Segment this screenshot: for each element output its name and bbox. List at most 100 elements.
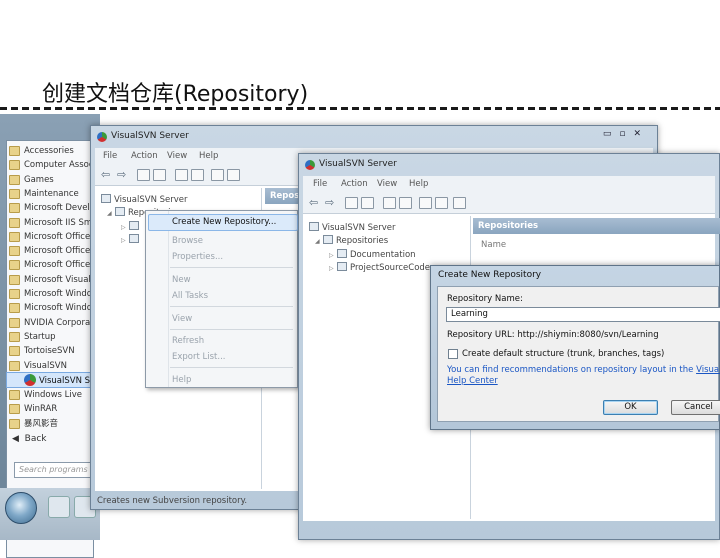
export-icon[interactable] [191, 169, 204, 181]
menu-item-all-tasks[interactable]: All Tasks [172, 291, 208, 301]
search-programs-input[interactable]: Search programs [14, 462, 92, 478]
start-menu-item[interactable]: TortoiseSVN [24, 344, 92, 358]
tree-item-server[interactable]: VisualSVN Server [101, 194, 188, 206]
start-menu-item[interactable]: Microsoft Windo [24, 287, 92, 301]
help-icon[interactable] [419, 197, 432, 209]
hint-text: You can find recommendations on reposito… [447, 365, 720, 375]
repository-url-row: Repository URL: http://shiymin:8080/svn/… [447, 330, 659, 340]
export-icon[interactable] [399, 197, 412, 209]
copy-icon[interactable] [383, 197, 396, 209]
start-menu-item[interactable]: VisualSVN [24, 359, 92, 373]
tree-item-server[interactable]: VisualSVN Server [309, 222, 396, 234]
tree-item-documentation[interactable]: ▷ Documentation [329, 249, 416, 261]
start-menu-item[interactable]: WinRAR [24, 402, 92, 416]
menu-item-properties[interactable]: Properties... [172, 252, 223, 262]
start-menu-item[interactable]: Microsoft Visual [24, 273, 92, 287]
ok-button[interactable]: OK [603, 400, 658, 415]
repository-icon [337, 249, 347, 258]
show-tree-icon[interactable] [153, 169, 166, 181]
folder-icon [9, 217, 20, 228]
menu-action[interactable]: Action [341, 179, 368, 189]
menu-separator [170, 267, 293, 268]
taskbar-button[interactable] [48, 496, 70, 518]
tree-item-repositories[interactable]: ◢ Repositories [315, 235, 388, 247]
start-menu-item[interactable]: Maintenance [24, 187, 92, 201]
back-label: Back [24, 434, 47, 444]
back-button[interactable]: ◀ Back [12, 434, 47, 444]
window-controls[interactable]: ▭▫✕ [603, 129, 649, 139]
view-icon[interactable] [227, 169, 240, 181]
program-icon [9, 390, 20, 400]
tree-item-projectsourcecode[interactable]: ▷ ProjectSourceCode [329, 262, 430, 274]
menu-item-export-list[interactable]: Export List... [172, 352, 226, 362]
menu-item-refresh[interactable]: Refresh [172, 336, 204, 346]
up-folder-icon[interactable] [345, 197, 358, 209]
program-icon [9, 404, 20, 415]
view-icon[interactable] [435, 197, 448, 209]
status-bar: Creates new Subversion repository. [97, 496, 248, 506]
start-menu-item[interactable]: Windows Live [24, 388, 92, 402]
pane-header: Repositories [473, 218, 720, 234]
column-header-name[interactable]: Name [481, 239, 506, 251]
back-arrow-icon[interactable]: ⇦ [309, 197, 318, 209]
folder-icon [9, 160, 20, 171]
repository-url-value: http://shiymin:8080/svn/Learning [517, 330, 659, 340]
collapse-triangle-icon: ▷ [329, 265, 334, 272]
context-menu: Create New Repository... Browse Properti… [145, 210, 298, 388]
dialog-title: Create New Repository [438, 270, 542, 280]
program-icon [9, 418, 20, 429]
repository-icon [337, 262, 347, 271]
folder-icon [9, 274, 20, 285]
menu-view[interactable]: View [377, 179, 397, 189]
folder-icon [9, 174, 20, 185]
menu-item-help[interactable]: Help [172, 375, 191, 385]
tree-item-child[interactable]: ▷ [121, 234, 142, 246]
start-menu-item[interactable]: Startup [24, 330, 92, 344]
tree-item-child[interactable]: ▷ [121, 221, 142, 233]
menu-item-browse[interactable]: Browse [172, 236, 203, 246]
create-default-structure-checkbox[interactable] [448, 349, 458, 359]
menu-item-view[interactable]: View [172, 314, 192, 324]
menu-bar: File Action View Help [303, 176, 715, 192]
start-orb-button[interactable] [5, 492, 37, 524]
back-arrow-icon[interactable]: ⇦ [101, 169, 110, 181]
hint-sentence: You can find recommendations on reposito… [447, 365, 694, 375]
visualsvn-link[interactable]: VisualSVN [696, 365, 720, 375]
menu-gutter [168, 211, 169, 387]
menu-item-new[interactable]: New [172, 275, 191, 285]
start-menu-item[interactable]: Accessories [24, 144, 92, 158]
repository-name-label: Repository Name: [447, 294, 523, 304]
start-menu-item[interactable]: Computer Assoc [24, 158, 92, 172]
up-folder-icon[interactable] [137, 169, 150, 181]
menu-file[interactable]: File [313, 179, 327, 189]
forward-arrow-icon[interactable]: ⇨ [117, 169, 126, 181]
help-icon[interactable] [211, 169, 224, 181]
visualsvn-app-icon [97, 132, 107, 142]
menu-help[interactable]: Help [409, 179, 428, 189]
start-menu-item[interactable]: Microsoft Office [24, 258, 92, 272]
menu-file[interactable]: File [103, 151, 117, 161]
menu-view[interactable]: View [167, 151, 187, 161]
repository-name-input[interactable]: Learning [446, 307, 720, 322]
copy-icon[interactable] [175, 169, 188, 181]
menu-help[interactable]: Help [199, 151, 218, 161]
start-menu-item[interactable]: NVIDIA Corporat [24, 316, 92, 330]
start-menu-item[interactable]: Microsoft Office [24, 230, 92, 244]
refresh-icon[interactable] [453, 197, 466, 209]
start-menu-item[interactable]: Microsoft Office [24, 244, 92, 258]
tree-label: VisualSVN Server [114, 195, 188, 205]
forward-arrow-icon[interactable]: ⇨ [325, 197, 334, 209]
repository-icon [323, 235, 333, 244]
menu-action[interactable]: Action [131, 151, 158, 161]
help-center-link[interactable]: Help Center [447, 376, 498, 386]
start-menu-item[interactable]: Microsoft Windo [24, 301, 92, 315]
show-tree-icon[interactable] [361, 197, 374, 209]
start-menu-item[interactable]: Microsoft Develo [24, 201, 92, 215]
start-menu-item[interactable]: 暴风影音 [24, 417, 92, 431]
folder-icon [9, 188, 20, 199]
start-menu-selected-label[interactable]: VisualSVN Se [39, 374, 94, 388]
start-menu-item[interactable]: Games [24, 173, 92, 187]
start-menu-item[interactable]: Microsoft IIS Sma [24, 216, 92, 230]
menu-item-create-new-repository[interactable]: Create New Repository... [172, 217, 276, 227]
cancel-button[interactable]: Cancel [671, 400, 720, 415]
